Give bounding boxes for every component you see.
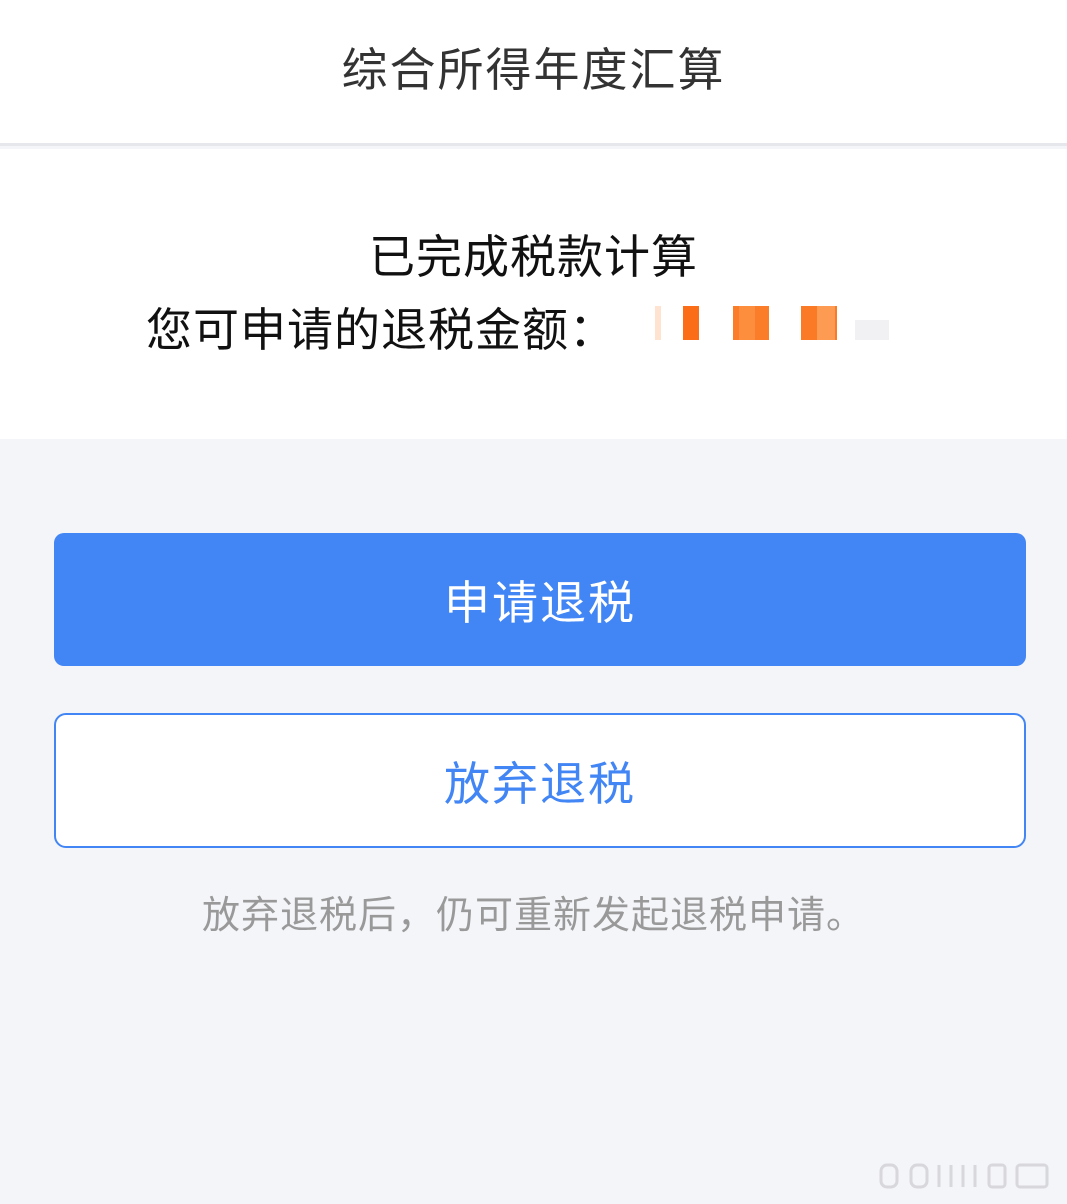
watermark-mark [879, 1163, 1049, 1189]
result-card: 已完成税款计算 您可申请的退税金额： [0, 149, 1067, 439]
page-title: 综合所得年度汇算 [341, 42, 726, 97]
abandon-refund-button[interactable]: 放弃退税 [54, 713, 1026, 848]
nav-bar: 综合所得年度汇算 [0, 0, 1067, 146]
apply-refund-label: 申请退税 [444, 575, 636, 630]
refund-amount-mosaic [655, 306, 889, 340]
apply-refund-button[interactable]: 申请退税 [54, 533, 1026, 666]
refund-amount-label: 您可申请的退税金额： [146, 303, 616, 357]
refund-amount-row: 您可申请的退税金额： [146, 299, 616, 357]
calculation-status: 已完成税款计算 [369, 230, 698, 284]
abandon-hint: 放弃退税后，仍可重新发起退税申请。 [201, 893, 865, 937]
abandon-refund-label: 放弃退税 [444, 756, 636, 811]
